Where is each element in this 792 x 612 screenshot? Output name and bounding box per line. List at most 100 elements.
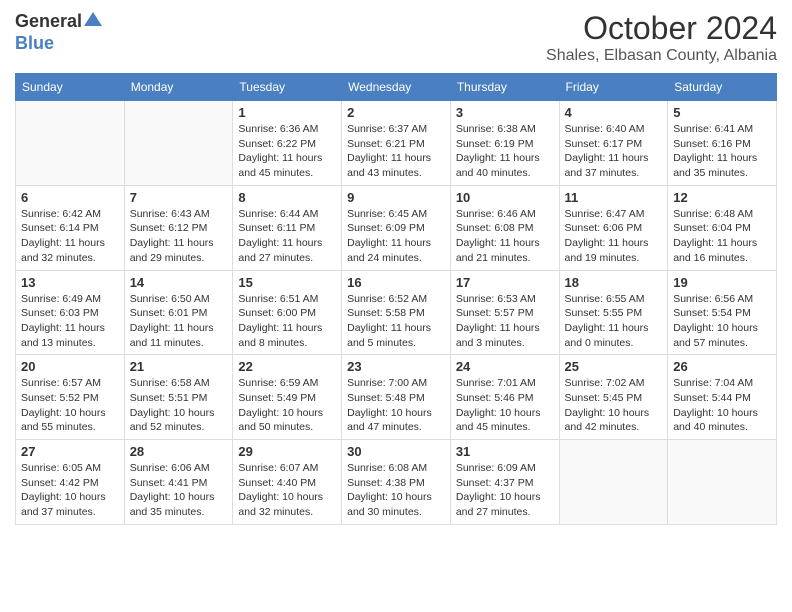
calendar-week-row: 13Sunrise: 6:49 AM Sunset: 6:03 PM Dayli… <box>16 270 777 355</box>
day-info: Sunrise: 6:44 AM Sunset: 6:11 PM Dayligh… <box>238 207 336 266</box>
calendar-day-cell: 23 Sunrise: 7:00 AM Sunset: 5:48 PM Dayli… <box>342 355 451 440</box>
day-number: 4 <box>565 105 663 120</box>
day-info: Sunrise: 6:09 AM Sunset: 4:37 PM Dayligh… <box>456 461 554 520</box>
calendar-day-cell: 17Sunrise: 6:53 AM Sunset: 5:57 PM Dayli… <box>450 270 559 355</box>
day-number: 29 <box>238 444 336 459</box>
day-number: 7 <box>130 190 228 205</box>
calendar-table: SundayMondayTuesdayWednesdayThursdayFrid… <box>15 73 777 525</box>
calendar-day-cell: 27Sunrise: 6:05 AM Sunset: 4:42 PM Dayli… <box>16 440 125 525</box>
calendar-week-row: 20 Sunrise: 6:57 AM Sunset: 5:52 PM Dayli… <box>16 355 777 440</box>
day-number: 30 <box>347 444 445 459</box>
weekday-header-cell: Sunday <box>16 74 125 101</box>
calendar-day-cell: 18Sunrise: 6:55 AM Sunset: 5:55 PM Dayli… <box>559 270 668 355</box>
day-info: Sunrise: 6:56 AM Sunset: 5:54 PM Dayligh… <box>673 292 771 351</box>
day-number: 22 <box>238 359 336 374</box>
day-info: Sunrise: 6:57 AM Sunset: 5:52 PM Dayligh… <box>21 376 119 435</box>
day-number: 12 <box>673 190 771 205</box>
weekday-header-cell: Wednesday <box>342 74 451 101</box>
day-number: 5 <box>673 105 771 120</box>
day-number: 25 <box>565 359 663 374</box>
day-number: 19 <box>673 275 771 290</box>
calendar-day-cell: 12 Sunrise: 6:48 AM Sunset: 6:04 PM Dayli… <box>668 185 777 270</box>
calendar-day-cell <box>559 440 668 525</box>
day-number: 18 <box>565 275 663 290</box>
calendar-day-cell: 13Sunrise: 6:49 AM Sunset: 6:03 PM Dayli… <box>16 270 125 355</box>
calendar-day-cell <box>668 440 777 525</box>
day-number: 17 <box>456 275 554 290</box>
calendar-day-cell: 20 Sunrise: 6:57 AM Sunset: 5:52 PM Dayli… <box>16 355 125 440</box>
weekday-header-cell: Saturday <box>668 74 777 101</box>
day-info: Sunrise: 6:07 AM Sunset: 4:40 PM Dayligh… <box>238 461 336 520</box>
calendar-day-cell: 8 Sunrise: 6:44 AM Sunset: 6:11 PM Daylig… <box>233 185 342 270</box>
day-info: Sunrise: 6:43 AM Sunset: 6:12 PM Dayligh… <box>130 207 228 266</box>
calendar-day-cell: 6Sunrise: 6:42 AM Sunset: 6:14 PM Daylig… <box>16 185 125 270</box>
day-number: 21 <box>130 359 228 374</box>
calendar-week-row: 27Sunrise: 6:05 AM Sunset: 4:42 PM Dayli… <box>16 440 777 525</box>
day-info: Sunrise: 6:41 AM Sunset: 6:16 PM Dayligh… <box>673 122 771 181</box>
calendar-day-cell: 11 Sunrise: 6:47 AM Sunset: 6:06 PM Dayli… <box>559 185 668 270</box>
calendar-day-cell: 10 Sunrise: 6:46 AM Sunset: 6:08 PM Dayli… <box>450 185 559 270</box>
day-info: Sunrise: 6:40 AM Sunset: 6:17 PM Dayligh… <box>565 122 663 181</box>
calendar-body: 1 Sunrise: 6:36 AM Sunset: 6:22 PM Daylig… <box>16 101 777 525</box>
day-info: Sunrise: 7:00 AM Sunset: 5:48 PM Dayligh… <box>347 376 445 435</box>
day-number: 10 <box>456 190 554 205</box>
day-info: Sunrise: 6:58 AM Sunset: 5:51 PM Dayligh… <box>130 376 228 435</box>
day-info: Sunrise: 7:04 AM Sunset: 5:44 PM Dayligh… <box>673 376 771 435</box>
logo-blue-text: Blue <box>15 33 54 54</box>
day-number: 8 <box>238 190 336 205</box>
calendar-day-cell: 15Sunrise: 6:51 AM Sunset: 6:00 PM Dayli… <box>233 270 342 355</box>
day-number: 9 <box>347 190 445 205</box>
day-number: 23 <box>347 359 445 374</box>
weekday-header-cell: Tuesday <box>233 74 342 101</box>
day-number: 31 <box>456 444 554 459</box>
day-info: Sunrise: 6:50 AM Sunset: 6:01 PM Dayligh… <box>130 292 228 351</box>
day-number: 28 <box>130 444 228 459</box>
day-info: Sunrise: 6:38 AM Sunset: 6:19 PM Dayligh… <box>456 122 554 181</box>
weekday-header-cell: Thursday <box>450 74 559 101</box>
day-info: Sunrise: 6:52 AM Sunset: 5:58 PM Dayligh… <box>347 292 445 351</box>
weekday-header-row: SundayMondayTuesdayWednesdayThursdayFrid… <box>16 74 777 101</box>
day-info: Sunrise: 6:08 AM Sunset: 4:38 PM Dayligh… <box>347 461 445 520</box>
calendar-day-cell: 9 Sunrise: 6:45 AM Sunset: 6:09 PM Daylig… <box>342 185 451 270</box>
calendar-day-cell: 22 Sunrise: 6:59 AM Sunset: 5:49 PM Dayli… <box>233 355 342 440</box>
day-number: 26 <box>673 359 771 374</box>
calendar-day-cell: 24Sunrise: 7:01 AM Sunset: 5:46 PM Dayli… <box>450 355 559 440</box>
day-number: 1 <box>238 105 336 120</box>
day-info: Sunrise: 6:46 AM Sunset: 6:08 PM Dayligh… <box>456 207 554 266</box>
day-number: 14 <box>130 275 228 290</box>
day-info: Sunrise: 6:37 AM Sunset: 6:21 PM Dayligh… <box>347 122 445 181</box>
calendar-day-cell: 3 Sunrise: 6:38 AM Sunset: 6:19 PM Daylig… <box>450 101 559 186</box>
day-info: Sunrise: 6:59 AM Sunset: 5:49 PM Dayligh… <box>238 376 336 435</box>
title-block: October 2024 Shales, Elbasan County, Alb… <box>546 10 777 65</box>
logo-general-text: General <box>15 11 82 32</box>
location-title: Shales, Elbasan County, Albania <box>546 47 777 65</box>
day-info: Sunrise: 6:36 AM Sunset: 6:22 PM Dayligh… <box>238 122 336 181</box>
day-number: 16 <box>347 275 445 290</box>
day-number: 20 <box>21 359 119 374</box>
day-info: Sunrise: 6:42 AM Sunset: 6:14 PM Dayligh… <box>21 207 119 266</box>
calendar-day-cell: 2 Sunrise: 6:37 AM Sunset: 6:21 PM Daylig… <box>342 101 451 186</box>
calendar-day-cell: 5 Sunrise: 6:41 AM Sunset: 6:16 PM Daylig… <box>668 101 777 186</box>
weekday-header-cell: Friday <box>559 74 668 101</box>
calendar-day-cell: 1 Sunrise: 6:36 AM Sunset: 6:22 PM Daylig… <box>233 101 342 186</box>
calendar-day-cell: 29 Sunrise: 6:07 AM Sunset: 4:40 PM Dayli… <box>233 440 342 525</box>
day-number: 11 <box>565 190 663 205</box>
calendar-day-cell: 16 Sunrise: 6:52 AM Sunset: 5:58 PM Dayli… <box>342 270 451 355</box>
day-info: Sunrise: 6:49 AM Sunset: 6:03 PM Dayligh… <box>21 292 119 351</box>
calendar-day-cell <box>16 101 125 186</box>
day-info: Sunrise: 6:45 AM Sunset: 6:09 PM Dayligh… <box>347 207 445 266</box>
day-info: Sunrise: 6:48 AM Sunset: 6:04 PM Dayligh… <box>673 207 771 266</box>
day-info: Sunrise: 6:05 AM Sunset: 4:42 PM Dayligh… <box>21 461 119 520</box>
day-number: 3 <box>456 105 554 120</box>
calendar-day-cell: 28Sunrise: 6:06 AM Sunset: 4:41 PM Dayli… <box>124 440 233 525</box>
calendar-week-row: 1 Sunrise: 6:36 AM Sunset: 6:22 PM Daylig… <box>16 101 777 186</box>
day-number: 2 <box>347 105 445 120</box>
calendar-day-cell: 7 Sunrise: 6:43 AM Sunset: 6:12 PM Daylig… <box>124 185 233 270</box>
calendar-day-cell: 21 Sunrise: 6:58 AM Sunset: 5:51 PM Dayli… <box>124 355 233 440</box>
calendar-day-cell: 19 Sunrise: 6:56 AM Sunset: 5:54 PM Dayli… <box>668 270 777 355</box>
logo-icon <box>84 10 102 28</box>
weekday-header-cell: Monday <box>124 74 233 101</box>
day-number: 24 <box>456 359 554 374</box>
calendar-week-row: 6Sunrise: 6:42 AM Sunset: 6:14 PM Daylig… <box>16 185 777 270</box>
day-info: Sunrise: 6:47 AM Sunset: 6:06 PM Dayligh… <box>565 207 663 266</box>
